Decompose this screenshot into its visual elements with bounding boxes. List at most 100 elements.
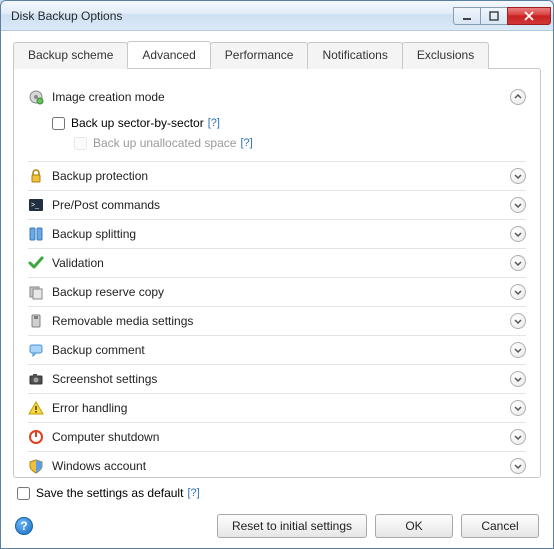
chevron-down-icon [510, 342, 526, 358]
divider [28, 190, 526, 191]
unallocated-checkbox [74, 137, 87, 150]
tab-performance[interactable]: Performance [210, 42, 309, 69]
window-controls [454, 7, 551, 25]
maximize-button[interactable] [480, 7, 508, 25]
titlebar[interactable]: Disk Backup Options [1, 1, 553, 31]
check-icon [28, 255, 44, 271]
chevron-down-icon [510, 255, 526, 271]
dialog-window: Disk Backup Options Backup scheme Advanc… [0, 0, 554, 549]
section-pre-post-commands: >_ Pre/Post commands [28, 193, 526, 220]
cancel-button[interactable]: Cancel [461, 514, 539, 538]
unallocated-row: Back up unallocated space [?] [52, 133, 526, 153]
divider [28, 306, 526, 307]
section-header[interactable]: Windows account [28, 454, 526, 478]
comment-icon [28, 342, 44, 358]
minimize-button[interactable] [453, 7, 481, 25]
sector-by-sector-label: Back up sector-by-sector [71, 116, 204, 130]
chevron-down-icon [510, 400, 526, 416]
section-header[interactable]: Backup reserve copy [28, 280, 526, 304]
divider [28, 277, 526, 278]
section-header[interactable]: Image creation mode [28, 85, 526, 109]
divider [28, 335, 526, 336]
shield-icon [28, 458, 44, 474]
dialog-footer: ? Reset to initial settings OK Cancel [13, 504, 541, 540]
section-header[interactable]: >_ Pre/Post commands [28, 193, 526, 217]
chevron-down-icon [510, 284, 526, 300]
ok-button[interactable]: OK [375, 514, 453, 538]
divider [28, 248, 526, 249]
section-header[interactable]: Error handling [28, 396, 526, 420]
tab-strip: Backup scheme Advanced Performance Notif… [13, 41, 541, 68]
section-screenshot-settings: Screenshot settings [28, 367, 526, 394]
tab-exclusions[interactable]: Exclusions [402, 42, 489, 69]
split-icon [28, 226, 44, 242]
sector-by-sector-checkbox[interactable] [52, 117, 65, 130]
section-header[interactable]: Backup comment [28, 338, 526, 362]
camera-icon [28, 371, 44, 387]
section-backup-comment: Backup comment [28, 338, 526, 365]
chevron-down-icon [510, 429, 526, 445]
section-backup-reserve-copy: Backup reserve copy [28, 280, 526, 307]
warning-icon [28, 400, 44, 416]
section-title: Backup protection [52, 169, 510, 183]
section-backup-protection: Backup protection [28, 164, 526, 191]
window-title: Disk Backup Options [11, 9, 454, 23]
section-title: Pre/Post commands [52, 198, 510, 212]
sector-by-sector-row: Back up sector-by-sector [?] [52, 113, 526, 133]
tab-backup-scheme[interactable]: Backup scheme [13, 42, 128, 69]
section-body: Back up sector-by-sector [?] Back up una… [28, 109, 526, 159]
section-title: Backup splitting [52, 227, 510, 241]
save-default-checkbox[interactable] [17, 487, 30, 500]
dialog-content: Backup scheme Advanced Performance Notif… [1, 31, 553, 548]
section-computer-shutdown: Computer shutdown [28, 425, 526, 452]
section-title: Image creation mode [52, 90, 510, 104]
divider [28, 393, 526, 394]
chevron-down-icon [510, 226, 526, 242]
help-icon[interactable]: ? [15, 517, 33, 535]
section-header[interactable]: Validation [28, 251, 526, 275]
divider [28, 364, 526, 365]
divider [28, 219, 526, 220]
help-link[interactable]: [?] [187, 487, 199, 499]
section-title: Backup comment [52, 343, 510, 357]
chevron-down-icon [510, 197, 526, 213]
divider [28, 451, 526, 452]
reset-button[interactable]: Reset to initial settings [217, 514, 367, 538]
section-validation: Validation [28, 251, 526, 278]
save-default-label: Save the settings as default [36, 486, 183, 500]
removable-icon [28, 313, 44, 329]
tab-notifications[interactable]: Notifications [307, 42, 402, 69]
divider [28, 161, 526, 162]
advanced-panel: Image creation mode Back up sector-by-se… [13, 68, 541, 478]
svg-text:>_: >_ [31, 202, 39, 209]
close-button[interactable] [507, 7, 551, 25]
section-header[interactable]: Screenshot settings [28, 367, 526, 391]
save-default-row: Save the settings as default [?] [13, 478, 541, 504]
power-icon [28, 429, 44, 445]
image-mode-icon [28, 89, 44, 105]
section-title: Screenshot settings [52, 372, 510, 386]
reserve-icon [28, 284, 44, 300]
section-title: Windows account [52, 459, 510, 473]
chevron-down-icon [510, 313, 526, 329]
divider [28, 422, 526, 423]
section-header[interactable]: Backup splitting [28, 222, 526, 246]
section-header[interactable]: Computer shutdown [28, 425, 526, 449]
tab-advanced[interactable]: Advanced [127, 41, 210, 68]
section-backup-splitting: Backup splitting [28, 222, 526, 249]
section-title: Error handling [52, 401, 510, 415]
section-header[interactable]: Removable media settings [28, 309, 526, 333]
unallocated-label: Back up unallocated space [93, 136, 236, 150]
section-title: Computer shutdown [52, 430, 510, 444]
section-image-creation-mode: Image creation mode Back up sector-by-se… [28, 85, 526, 162]
section-error-handling: Error handling [28, 396, 526, 423]
chevron-up-icon [510, 89, 526, 105]
help-link[interactable]: [?] [208, 117, 220, 129]
section-windows-account: Windows account [28, 454, 526, 478]
chevron-down-icon [510, 168, 526, 184]
section-title: Backup reserve copy [52, 285, 510, 299]
help-link[interactable]: [?] [240, 137, 252, 149]
chevron-down-icon [510, 371, 526, 387]
section-header[interactable]: Backup protection [28, 164, 526, 188]
lock-icon [28, 168, 44, 184]
